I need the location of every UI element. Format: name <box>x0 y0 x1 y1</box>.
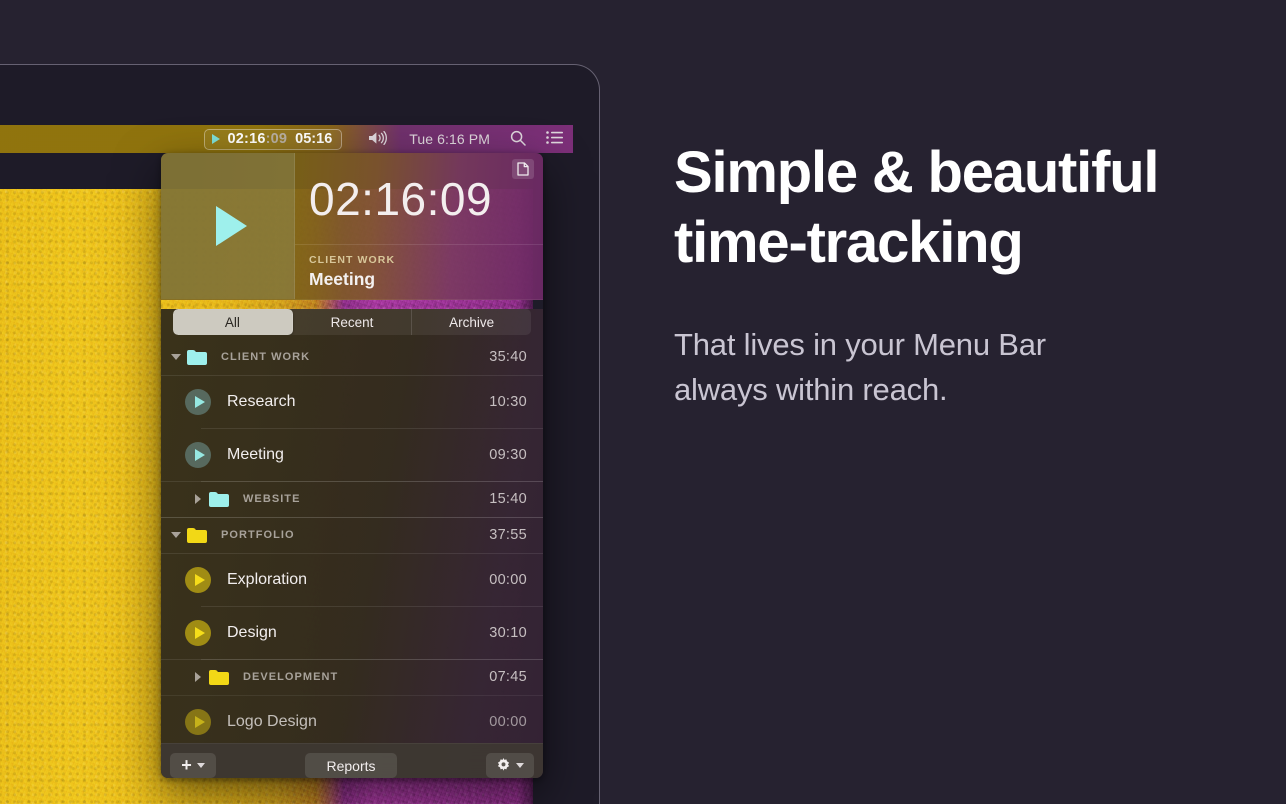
play-triangle <box>194 573 205 586</box>
task-row[interactable]: Meeting 09:30 <box>161 428 543 481</box>
group-row[interactable]: PORTFOLIO 37:55 <box>161 517 543 553</box>
entry-project: CLIENT WORK <box>309 254 396 266</box>
entry-task: Meeting <box>309 269 376 289</box>
folder-icon <box>209 491 229 507</box>
disclosure-collapsed-icon[interactable] <box>191 670 205 684</box>
control-center-list-icon[interactable] <box>546 131 563 147</box>
play-triangle <box>194 626 205 639</box>
group-label: DEVELOPMENT <box>243 671 339 683</box>
chevron-down-icon <box>171 532 181 538</box>
current-entry: 02:16:09 CLIENT WORK Meeting <box>295 153 543 299</box>
duration-label: 09:30 <box>489 446 527 463</box>
menubar-status-items: Tue 6:16 PM <box>368 130 563 149</box>
folder-icon <box>209 669 229 685</box>
disclosure-expanded-icon[interactable] <box>169 528 183 542</box>
duration-label: 07:45 <box>489 669 527 685</box>
duration-label: 37:55 <box>489 527 527 543</box>
entry-list: CLIENT WORK 35:40 Research 10:30 Meeting 09:3… <box>161 339 543 748</box>
folder-icon <box>187 349 207 365</box>
menubar-timer[interactable]: 02:16:09 05:16 <box>203 128 343 150</box>
gear-icon <box>497 758 510 771</box>
play-icon[interactable] <box>185 566 211 593</box>
search-icon[interactable] <box>510 130 526 149</box>
group-label: WEBSITE <box>243 493 301 505</box>
play-icon[interactable] <box>185 708 211 735</box>
subhead-line-1: That lives in your Menu Bar <box>674 327 1046 362</box>
screenshot-root: 02:16:09 05:16 Tue 6:16 PM 02:16:09 CLIE… <box>0 0 1286 804</box>
play-triangle <box>194 715 205 728</box>
popover-toolbar: + Reports <box>161 743 543 778</box>
popover-body: All Recent Archive CLIENT WORK 35:40 Resea… <box>161 309 543 778</box>
page-title: Simple & beautiful time-tracking <box>674 138 1234 278</box>
play-triangle <box>194 448 205 461</box>
timer-popover: 02:16:09 CLIENT WORK Meeting All Recent … <box>161 153 543 778</box>
task-label: Meeting <box>227 445 284 463</box>
plus-icon: + <box>181 755 192 775</box>
group-row[interactable]: DEVELOPMENT 07:45 <box>161 659 543 695</box>
settings-button[interactable] <box>486 753 534 778</box>
task-label: Exploration <box>227 570 308 588</box>
chevron-down-icon <box>196 763 205 768</box>
popover-header: 02:16:09 CLIENT WORK Meeting <box>161 153 543 300</box>
menubar-timer-primary: 02:16:09 <box>227 130 288 147</box>
play-icon[interactable] <box>185 441 211 468</box>
headline-line-1: Simple & beautiful <box>674 140 1160 205</box>
menubar-clock[interactable]: Tue 6:16 PM <box>409 131 490 147</box>
play-icon[interactable] <box>185 619 211 646</box>
task-label: Research <box>227 392 296 410</box>
menubar-timer-secondary: 05:16 <box>295 130 333 147</box>
group-row[interactable]: CLIENT WORK 35:40 <box>161 339 543 375</box>
marketing-copy: Simple & beautiful time-tracking That li… <box>674 138 1234 412</box>
task-row[interactable]: Logo Design 00:00 <box>161 695 543 748</box>
task-row[interactable]: Design 30:10 <box>161 606 543 659</box>
entry-meta: CLIENT WORK Meeting <box>295 245 543 290</box>
task-row[interactable]: Exploration 00:00 <box>161 553 543 606</box>
macos-menubar: 02:16:09 05:16 Tue 6:16 PM <box>0 125 573 153</box>
task-label: Logo Design <box>227 712 317 730</box>
chevron-right-icon <box>195 494 201 504</box>
play-icon[interactable] <box>185 388 211 415</box>
tab-all[interactable]: All <box>173 309 293 335</box>
chevron-down-icon <box>171 354 181 360</box>
duration-label: 15:40 <box>489 491 527 507</box>
duration-label: 00:00 <box>489 713 527 730</box>
add-button[interactable]: + <box>170 753 216 778</box>
subhead-line-2: always within reach. <box>674 372 948 407</box>
group-row[interactable]: WEBSITE 15:40 <box>161 481 543 517</box>
chevron-right-icon <box>195 672 201 682</box>
play-icon <box>216 206 247 246</box>
folder-icon <box>187 527 207 543</box>
start-stop-button[interactable] <box>161 153 295 299</box>
disclosure-collapsed-icon[interactable] <box>191 492 205 506</box>
duration-label: 35:40 <box>489 349 527 365</box>
page-subtitle: That lives in your Menu Bar always withi… <box>674 322 1234 412</box>
filter-segmented-control: All Recent Archive <box>173 309 531 335</box>
speaker-icon[interactable] <box>368 130 389 148</box>
duration-label: 30:10 <box>489 624 527 641</box>
headline-line-2: time-tracking <box>674 210 1024 275</box>
group-label: CLIENT WORK <box>221 351 311 363</box>
elapsed-time: 02:16:09 <box>295 153 543 245</box>
note-icon[interactable] <box>512 159 534 179</box>
group-label: PORTFOLIO <box>221 529 295 541</box>
chevron-down-icon <box>516 763 524 768</box>
duration-label: 00:00 <box>489 571 527 588</box>
task-row[interactable]: Research 10:30 <box>161 375 543 428</box>
menubar-timer-seconds: :09 <box>265 130 288 147</box>
play-triangle <box>194 395 205 408</box>
duration-label: 10:30 <box>489 393 527 410</box>
tab-recent[interactable]: Recent <box>293 309 413 335</box>
tab-archive[interactable]: Archive <box>412 309 531 335</box>
task-label: Design <box>227 623 277 641</box>
reports-button[interactable]: Reports <box>305 753 397 778</box>
play-icon <box>211 133 220 144</box>
disclosure-expanded-icon[interactable] <box>169 350 183 364</box>
